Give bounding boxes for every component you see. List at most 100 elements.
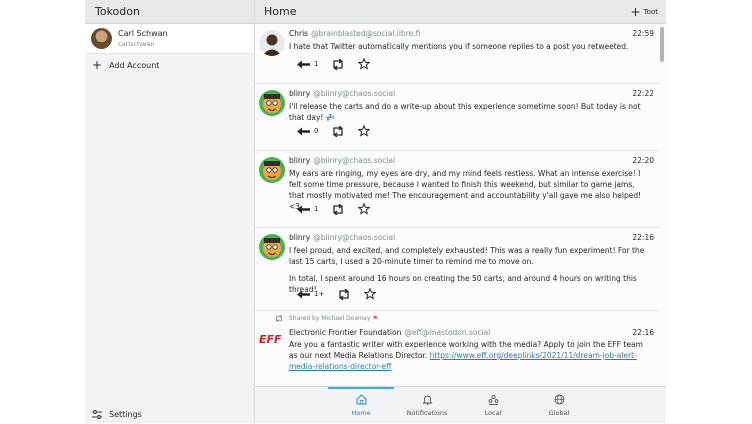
shared-by-label: Shared by Michael Downey: [289, 315, 371, 322]
reply-count: 1+: [314, 290, 325, 298]
star-icon: [364, 288, 377, 300]
reply-icon: [297, 205, 310, 213]
favourite-button[interactable]: [358, 58, 371, 70]
bell-icon: [421, 395, 433, 405]
post-handle: @blinry@chaos.social: [313, 233, 396, 242]
star-icon: [358, 203, 371, 215]
post-time: 22:20: [632, 156, 654, 165]
timeline[interactable]: Chris @brainblasted@social.libre.fi 22:59…: [255, 24, 666, 386]
globe-icon: [554, 394, 564, 405]
post-text: I'll release the carts and do a write-up…: [289, 102, 641, 122]
avatar: [259, 157, 285, 183]
boost-icon: [333, 203, 344, 215]
account-handle: carlschwan: [118, 40, 155, 48]
account-name: Carl Schwan: [118, 29, 168, 38]
local-icon: [488, 394, 498, 405]
post-time: 22:16: [632, 328, 654, 337]
boost-button[interactable]: [332, 125, 344, 137]
nav-local-label: Local: [484, 409, 502, 417]
plus-icon: +: [92, 58, 103, 72]
post-time: 22:59: [632, 29, 654, 38]
main-panel: Home + Toot Chris @brainblasted@social.li…: [255, 0, 666, 423]
plus-icon: +: [630, 4, 641, 19]
post[interactable]: blinry @blinry@chaos.social 22:16 I feel …: [255, 228, 660, 311]
post-author[interactable]: Electronic Frontier Foundation: [289, 328, 401, 337]
boost-button[interactable]: [332, 58, 344, 70]
reply-count: 1: [314, 60, 319, 68]
reply-button[interactable]: 1+: [297, 290, 324, 299]
post-text: I feel proud, and excited, and completel…: [289, 246, 645, 266]
post-actions: 1: [297, 58, 384, 70]
toot-label: Toot: [643, 7, 658, 16]
reply-button[interactable]: 1: [297, 60, 318, 69]
boost-icon: [333, 125, 344, 137]
post-author[interactable]: blinry: [289, 89, 310, 98]
favourite-button[interactable]: [358, 203, 371, 215]
post-header: Electronic Frontier Foundation @eff@masto…: [289, 328, 654, 337]
avatar: EFF: [259, 331, 287, 345]
post[interactable]: Chris @brainblasted@social.libre.fi 22:59…: [255, 24, 660, 84]
boost-button[interactable]: [332, 203, 344, 215]
post-author[interactable]: blinry: [289, 156, 310, 165]
home-icon: [356, 394, 366, 405]
flag-icon: ⚑: [372, 315, 378, 322]
page-title: Home: [264, 5, 297, 18]
settings-icon: [92, 410, 102, 419]
add-account-label: Add Account: [109, 60, 160, 70]
post-handle: @eff@mastodon.social: [404, 328, 491, 337]
reply-count: 0: [314, 127, 319, 135]
post-body: I hate that Twitter automatically mentio…: [289, 41, 648, 52]
sidebar: Tokodon Carl Schwan carlschwan + Add Acc…: [85, 0, 255, 423]
account-item[interactable]: Carl Schwan carlschwan: [85, 24, 254, 54]
favourite-button[interactable]: [364, 288, 377, 300]
nav-global-label: Global: [548, 409, 570, 417]
reply-count: 1: [314, 205, 319, 213]
boost-button[interactable]: [338, 288, 350, 300]
post[interactable]: blinry @blinry@chaos.social 22:22 I'll re…: [255, 84, 660, 151]
reply-icon: [297, 60, 310, 68]
nav-home[interactable]: Home: [326, 387, 396, 424]
avatar: [259, 30, 285, 56]
post-body: I'll release the carts and do a write-up…: [289, 101, 648, 123]
post-header: blinry @blinry@chaos.social 22:16: [289, 233, 654, 242]
scrollbar[interactable]: [660, 27, 664, 62]
post-header: blinry @blinry@chaos.social 22:20: [289, 156, 654, 165]
boost-icon: [339, 288, 349, 300]
post-actions: 1: [297, 203, 384, 215]
post-time: 22:22: [632, 89, 654, 98]
reply-icon: [297, 290, 310, 298]
avatar: [259, 90, 285, 116]
sidebar-header: Tokodon: [85, 0, 254, 24]
app-window: Tokodon Carl Schwan carlschwan + Add Acc…: [85, 0, 666, 423]
app-title: Tokodon: [95, 5, 140, 18]
add-account-button[interactable]: + Add Account: [85, 56, 254, 74]
eff-logo: EFF: [259, 333, 282, 345]
nav-global[interactable]: Global: [524, 387, 594, 424]
bottom-nav: Home Notifications Local Global: [255, 386, 666, 423]
nav-home-label: Home: [351, 409, 371, 417]
post[interactable]: Shared by Michael Downey ⚑ EFF Electronic…: [255, 311, 660, 386]
post-body: Are you a fantastic writer with experien…: [289, 339, 648, 372]
reply-icon: [297, 127, 310, 135]
toot-button[interactable]: + Toot: [631, 6, 658, 18]
nav-notifications[interactable]: Notifications: [392, 387, 462, 424]
boost-icon: [276, 315, 282, 322]
reply-button[interactable]: 0: [297, 127, 318, 136]
post-author[interactable]: blinry: [289, 233, 310, 242]
post-actions: 1+: [297, 288, 390, 300]
avatar: [259, 234, 285, 260]
post[interactable]: blinry @blinry@chaos.social 22:20 My ears…: [255, 151, 660, 228]
favourite-button[interactable]: [358, 125, 371, 137]
post-author[interactable]: Chris: [289, 29, 308, 38]
nav-local[interactable]: Local: [458, 387, 528, 424]
settings-label: Settings: [109, 410, 142, 419]
post-handle: @blinry@chaos.social: [313, 156, 396, 165]
settings-button[interactable]: Settings: [92, 410, 142, 419]
post-text: I hate that Twitter automatically mentio…: [289, 42, 629, 51]
star-icon: [358, 58, 371, 70]
avatar: [91, 28, 112, 49]
nav-notifications-label: Notifications: [406, 409, 448, 417]
reply-button[interactable]: 1: [297, 205, 318, 214]
boost-icon: [333, 58, 344, 70]
post-time: 22:16: [632, 233, 654, 242]
